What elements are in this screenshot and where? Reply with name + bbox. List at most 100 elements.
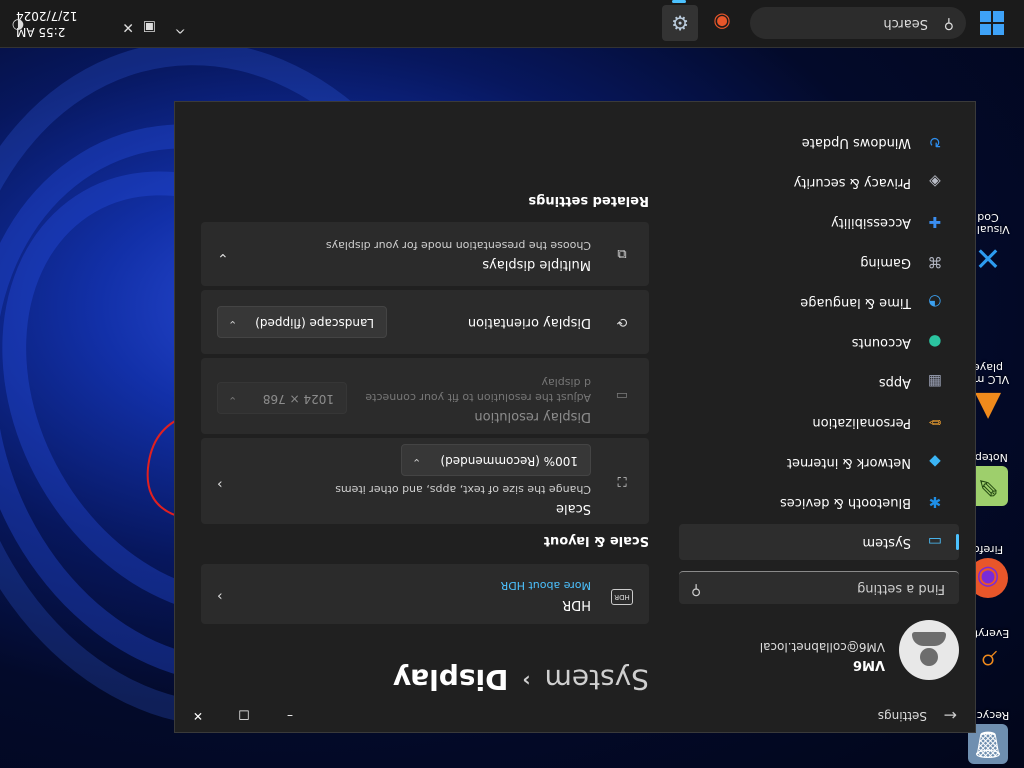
sidebar-item-label: System (862, 535, 911, 550)
chevron-up-icon[interactable]: ^ (174, 19, 186, 35)
avatar-body (912, 632, 946, 646)
sidebar-item-label: Time & language (800, 295, 911, 310)
sidebar-item-label: Network & internet (786, 455, 911, 470)
sidebar-item-privacy-security[interactable]: ◈ Privacy & security (679, 164, 959, 200)
content-pane: System›Display HDR HDR More about HDR › … (189, 102, 649, 700)
more-about-hdr-link[interactable]: More about HDR (501, 579, 591, 592)
clock-time: 2:55 AM (16, 25, 66, 39)
sidebar-item-gaming[interactable]: ⌘ Gaming (679, 244, 959, 280)
sidebar-item-label: Gaming (860, 255, 911, 270)
apps-icon: ▦ (927, 373, 943, 391)
clock-date: 12/7/2024 (16, 9, 78, 23)
sidebar-item-windows-update[interactable]: ↻ Windows Update (679, 124, 959, 160)
accessibility-icon: ✚ (928, 213, 942, 231)
scale-title: Scale (556, 501, 591, 516)
breadcrumb: System › Display (393, 663, 649, 696)
nav-pane: VM6 VM6@collabnet.local Find a setting ⚲… (675, 102, 975, 700)
resolution-icon: ▭ (615, 388, 629, 404)
related-settings-header: Related settings (528, 193, 649, 208)
time-language-icon: ◔ (928, 293, 942, 311)
scale-layout-header: Scale & layout (543, 533, 649, 548)
taskbar-search[interactable]: ⚲ Search (750, 7, 966, 39)
breadcrumb-parent[interactable]: System (545, 663, 649, 696)
display-orientation-card: ⟳ Display orientation Landscape (flipped… (201, 290, 649, 354)
sidebar-item-label: Accessibility (831, 215, 911, 230)
chevron-down-icon: ⌄ (412, 456, 422, 469)
notification-bell-icon[interactable]: ◐ (12, 17, 24, 33)
chevron-right-icon: › (522, 669, 531, 693)
network-tray-icon[interactable]: ▣ (143, 19, 156, 35)
user-name: VM6 (852, 657, 885, 672)
back-arrow-icon[interactable]: ← (944, 706, 957, 725)
sidebar-item-system[interactable]: ▭ System (679, 524, 959, 560)
hdr-card[interactable]: HDR HDR More about HDR › (201, 564, 649, 624)
gaming-icon: ⌘ (927, 253, 943, 271)
display-resolution-card: ▭ Display resolution Adjust the resoluti… (201, 358, 649, 434)
sidebar-item-label: Apps (878, 375, 911, 390)
orientation-value: Landscape (flipped) (255, 316, 374, 330)
selection-indicator (956, 534, 959, 550)
desktop: 🗑 Recycle ⌕ Everyth ◉ Firefo ✎ Notepa ▲ … (0, 0, 1024, 768)
find-setting-placeholder: Find a setting (857, 581, 945, 596)
bluetooth-icon: ✱ (928, 493, 942, 511)
sidebar-item-apps[interactable]: ▦ Apps (679, 364, 959, 400)
personalization-icon: ✏ (928, 413, 942, 431)
scale-description: Change the size of text, apps, and other… (335, 483, 591, 496)
search-icon: ⚲ (943, 16, 954, 32)
sidebar-item-time-language[interactable]: ◔ Time & language (679, 284, 959, 320)
sidebar-item-accessibility[interactable]: ✚ Accessibility (679, 204, 959, 240)
resolution-value: 1024 × 768 (262, 392, 334, 406)
windows-update-icon: ↻ (928, 133, 942, 151)
sidebar-item-label: Accounts (851, 335, 911, 350)
multiple-displays-card[interactable]: ⧉ Multiple displays Choose the presentat… (201, 222, 649, 286)
resolution-dropdown: 1024 × 768 ⌄ (217, 382, 347, 414)
sidebar-item-label: Privacy & security (793, 175, 911, 190)
taskbar-search-placeholder: Search (883, 16, 928, 31)
hdr-title: HDR (562, 597, 591, 612)
sidebar-item-bluetooth-devices[interactable]: ✱ Bluetooth & devices (679, 484, 959, 520)
network-icon: ◆ (929, 453, 941, 471)
avatar[interactable] (899, 620, 959, 680)
multiple-displays-description: Choose the presentation mode for your di… (325, 239, 591, 252)
avatar-head (920, 648, 938, 666)
title-bar: ← Settings – □ ✕ (175, 700, 975, 732)
system-icon: ▭ (927, 533, 943, 551)
active-app-indicator (672, 0, 686, 3)
settings-taskbar-icon[interactable]: ⚙ (662, 5, 698, 41)
user-email: VM6@collabnet.local (759, 640, 885, 654)
orientation-icon: ⟳ (616, 314, 628, 330)
chevron-right-icon: › (217, 588, 223, 604)
resolution-description-2: d display (541, 376, 591, 389)
sidebar-item-label: Personalization (812, 415, 911, 430)
volume-muted-icon[interactable]: ✕ (122, 19, 134, 35)
maximize-button[interactable]: □ (221, 700, 267, 732)
search-icon: ⚲ (691, 582, 702, 598)
privacy-icon: ◈ (929, 173, 941, 191)
orientation-title: Display orientation (467, 315, 591, 330)
sidebar-item-accounts[interactable]: ● Accounts (679, 324, 959, 360)
hdr-icon: HDR (611, 589, 633, 605)
close-button[interactable]: ✕ (175, 700, 221, 732)
firefox-taskbar-icon[interactable]: ◉ (704, 5, 740, 41)
find-setting-input[interactable]: Find a setting ⚲ (679, 571, 959, 604)
scale-dropdown[interactable]: 100% (Recommended) ⌄ (401, 444, 591, 476)
sidebar-item-personalization[interactable]: ✏ Personalization (679, 404, 959, 440)
settings-window: ← Settings – □ ✕ VM6 VM6@collabnet.local… (174, 101, 976, 733)
resolution-description: Adjust the resolution to fit your connec… (365, 391, 591, 404)
resolution-title: Display resolution (474, 409, 591, 424)
accounts-icon: ● (928, 333, 942, 351)
app-title: Settings (877, 709, 927, 723)
minimize-button[interactable]: – (267, 700, 313, 732)
start-button[interactable] (980, 11, 1004, 35)
sidebar-item-label: Windows Update (801, 135, 911, 150)
sidebar-item-label: Bluetooth & devices (780, 495, 911, 510)
orientation-dropdown[interactable]: Landscape (flipped) ⌄ (217, 306, 387, 338)
taskbar: ⚲ Search ◉ ⚙ ^ ▣ ✕ 2:55 AM 12/7/2024 ◐ (0, 0, 1024, 48)
scale-card[interactable]: ⛶ Scale Change the size of text, apps, a… (201, 438, 649, 524)
chevron-down-icon: ⌄ (228, 394, 238, 407)
multiple-displays-icon: ⧉ (617, 246, 627, 262)
chevron-down-icon: ⌄ (228, 318, 238, 331)
scale-value: 100% (Recommended) (440, 454, 578, 468)
sidebar-item-network-internet[interactable]: ◆ Network & internet (679, 444, 959, 480)
clock[interactable]: 2:55 AM 12/7/2024 (16, 8, 88, 40)
